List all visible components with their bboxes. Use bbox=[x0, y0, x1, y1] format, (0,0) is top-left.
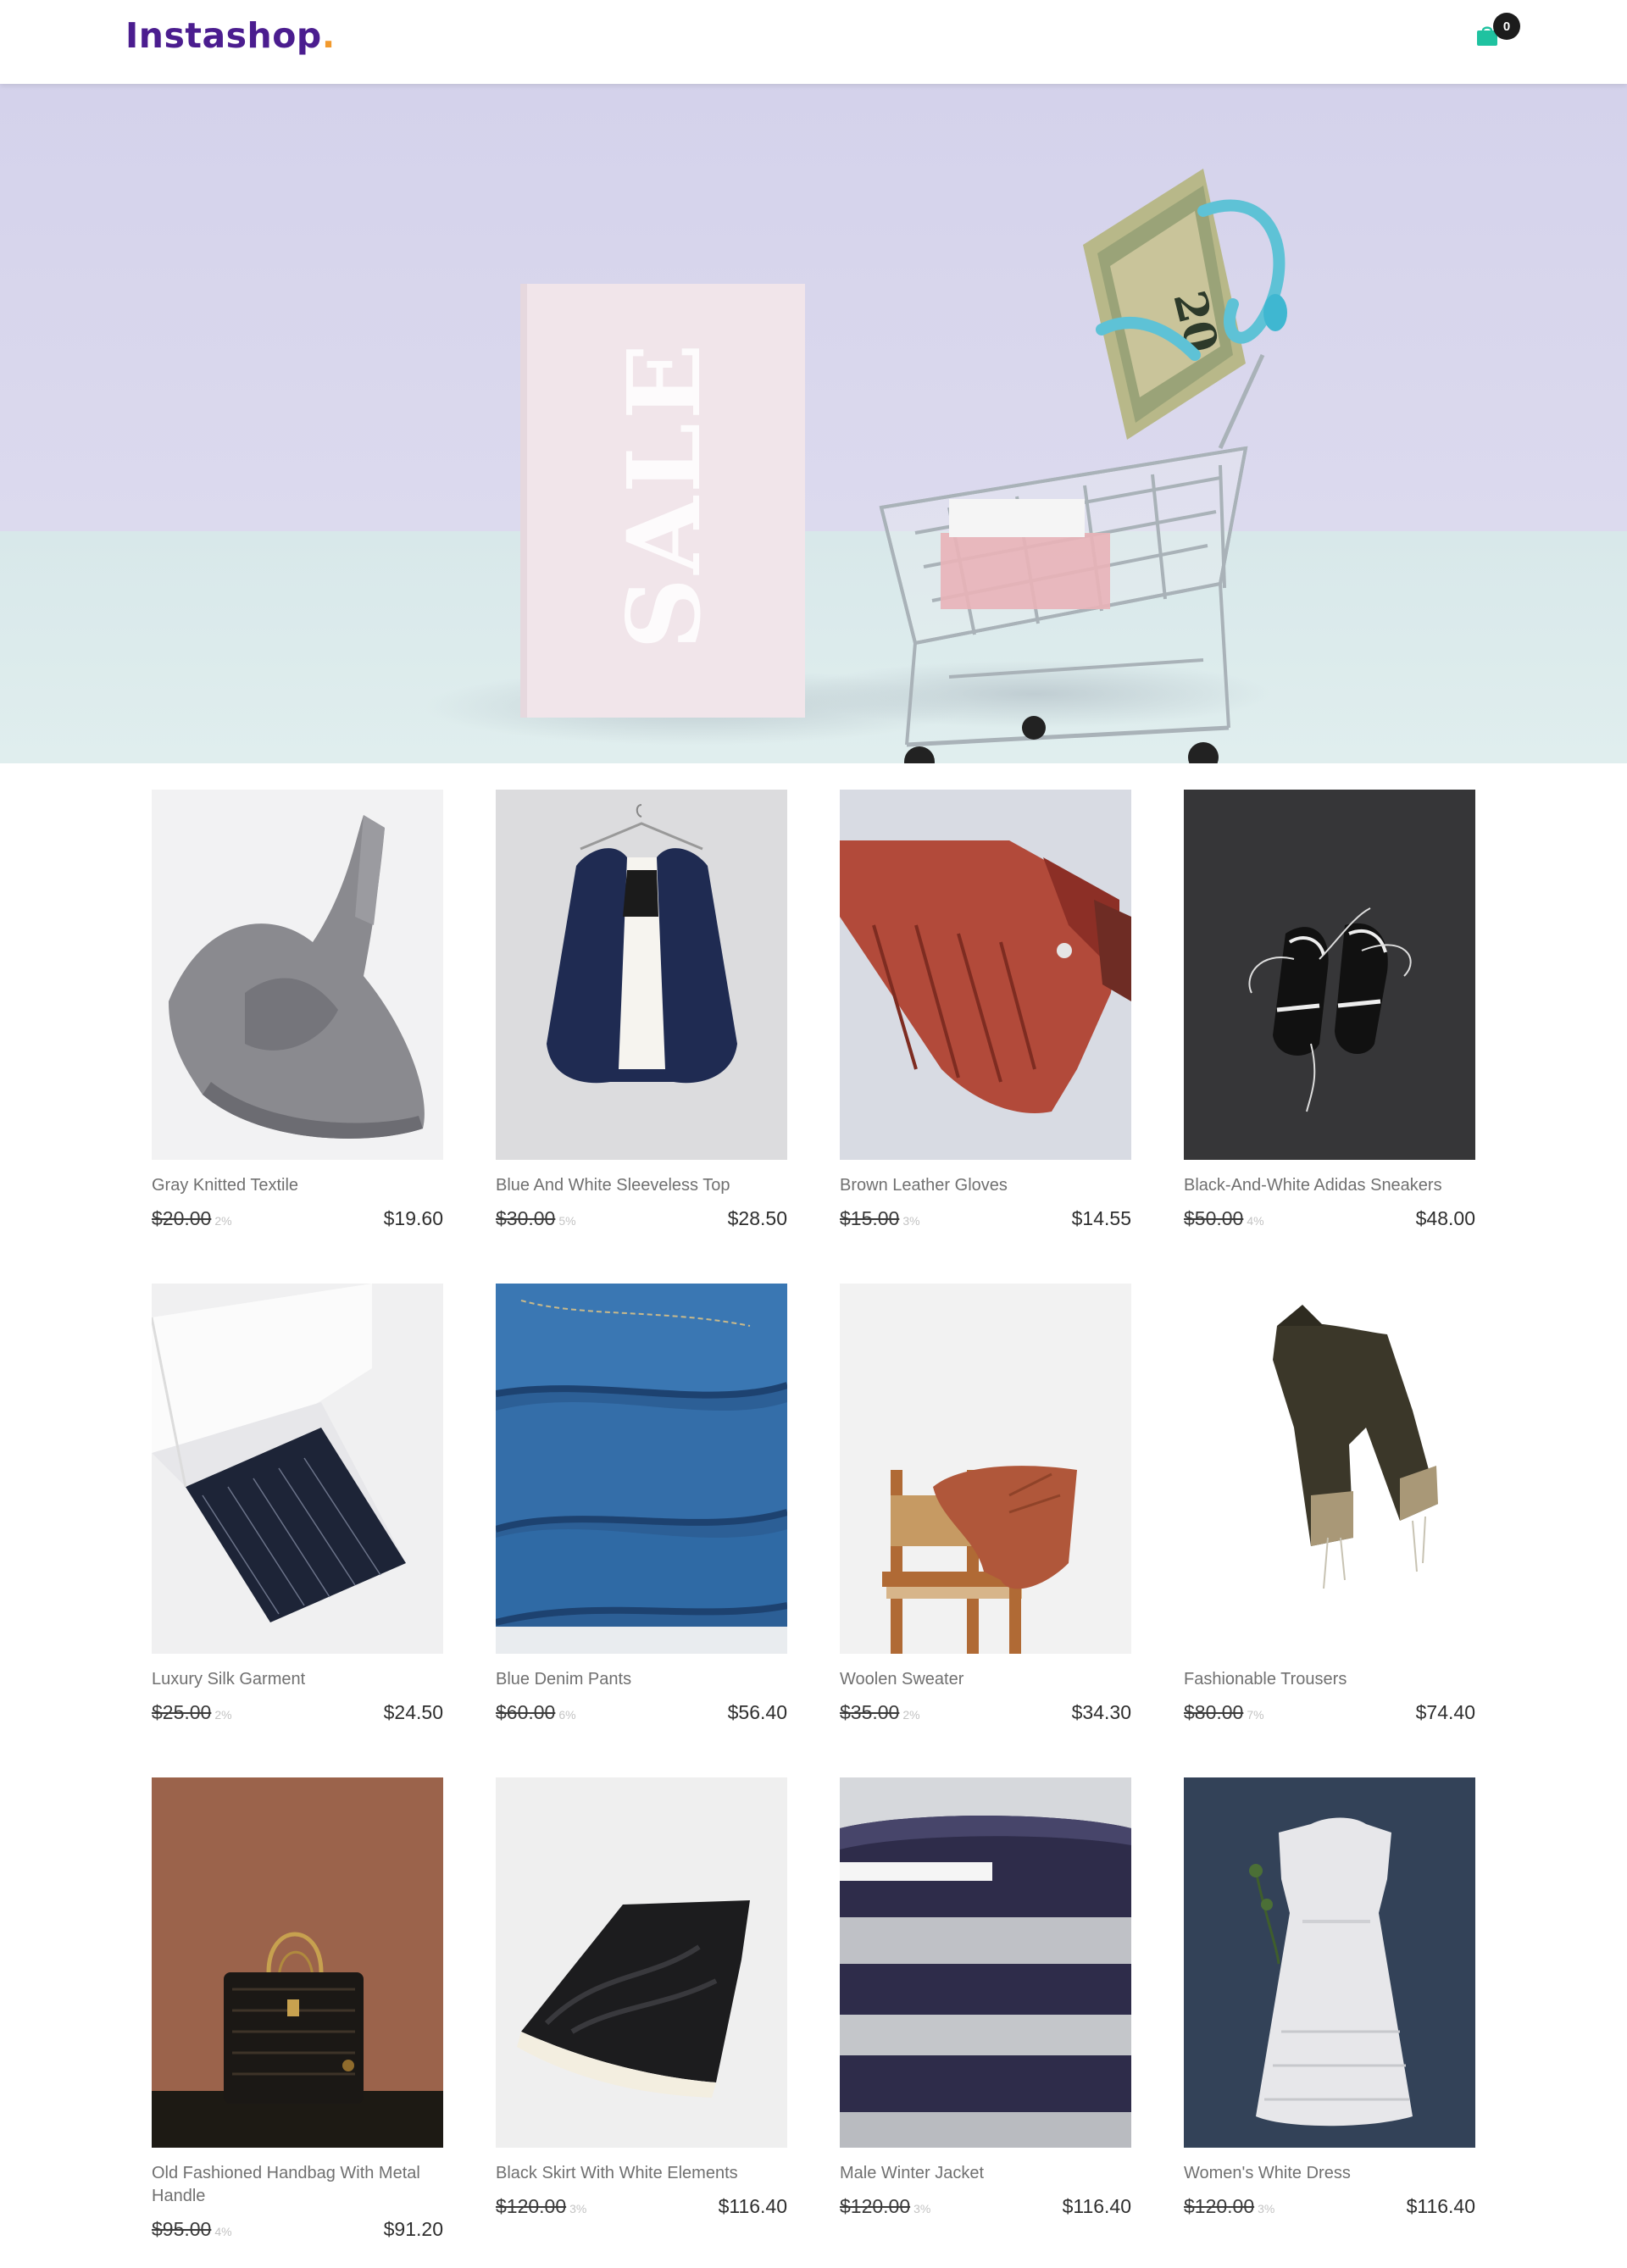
sale-price: $116.40 bbox=[1406, 2195, 1475, 2217]
sale-price: $28.50 bbox=[727, 1207, 787, 1229]
product-name[interactable]: Male Winter Jacket bbox=[840, 2162, 1131, 2185]
original-price: $95.00 bbox=[152, 2218, 212, 2240]
product-name[interactable]: Woolen Sweater bbox=[840, 1668, 1131, 1691]
product-image-woolen-sweater[interactable] bbox=[840, 1284, 1131, 1654]
cart-count-badge: 0 bbox=[1493, 13, 1520, 40]
discount-percent: 3% bbox=[569, 2202, 587, 2215]
product-image-adidas-sneakers[interactable] bbox=[1184, 790, 1475, 1160]
product-prices: $30.00 5% $28.50 bbox=[496, 1207, 787, 1231]
product-prices: $50.00 4% $48.00 bbox=[1184, 1207, 1475, 1231]
product-card[interactable]: Gray Knitted Textile $20.00 2% $19.60 bbox=[152, 790, 443, 1231]
logo-dot: . bbox=[321, 15, 336, 56]
discount-percent: 3% bbox=[913, 2202, 931, 2215]
product-card[interactable]: Brown Leather Gloves $15.00 3% $14.55 bbox=[840, 790, 1131, 1231]
product-name[interactable]: Brown Leather Gloves bbox=[840, 1174, 1131, 1197]
product-image-luxury-silk-garment[interactable] bbox=[152, 1284, 443, 1654]
product-prices: $15.00 3% $14.55 bbox=[840, 1207, 1131, 1231]
sale-price: $116.40 bbox=[718, 2195, 787, 2217]
product-card[interactable]: Blue And White Sleeveless Top $30.00 5% $… bbox=[496, 790, 787, 1231]
product-image-gray-knitted-textile[interactable] bbox=[152, 790, 443, 1160]
product-card[interactable]: Women's White Dress $120.00 3% $116.40 bbox=[1184, 1777, 1475, 2219]
discount-percent: 3% bbox=[902, 1214, 920, 1228]
product-name[interactable]: Blue And White Sleeveless Top bbox=[496, 1174, 787, 1197]
discount-percent: 4% bbox=[1247, 1214, 1264, 1228]
product-image-brown-leather-gloves[interactable] bbox=[840, 790, 1131, 1160]
product-prices: $120.00 3% $116.40 bbox=[496, 2195, 787, 2219]
product-image-blue-white-top[interactable] bbox=[496, 790, 787, 1160]
sale-price: $19.60 bbox=[383, 1207, 443, 1229]
sale-sign-text: SALE bbox=[605, 340, 723, 650]
product-card[interactable]: Blue Denim Pants $60.00 6% $56.40 bbox=[496, 1284, 787, 1725]
original-price: $20.00 bbox=[152, 1207, 212, 1229]
product-prices: $95.00 4% $91.20 bbox=[152, 2218, 443, 2242]
discount-percent: 2% bbox=[214, 1214, 232, 1228]
product-card[interactable]: Fashionable Trousers $80.00 7% $74.40 bbox=[1184, 1284, 1475, 1725]
product-card[interactable]: Old Fashioned Handbag With Metal Handle … bbox=[152, 1777, 443, 2242]
cart-button[interactable]: 0 bbox=[1476, 13, 1520, 46]
original-price: $80.00 bbox=[1184, 1701, 1244, 1723]
product-name[interactable]: Blue Denim Pants bbox=[496, 1668, 787, 1691]
product-image-old-fashioned-handbag[interactable] bbox=[152, 1777, 443, 2148]
product-image-blue-denim-pants[interactable] bbox=[496, 1284, 787, 1654]
site-logo[interactable]: Instashop. bbox=[125, 15, 336, 56]
discount-percent: 2% bbox=[902, 1708, 920, 1722]
product-prices: $35.00 2% $34.30 bbox=[840, 1701, 1131, 1725]
sale-price: $14.55 bbox=[1071, 1207, 1131, 1229]
product-name[interactable]: Gray Knitted Textile bbox=[152, 1174, 443, 1197]
hero-banner[interactable]: SALE 20 bbox=[0, 84, 1627, 763]
sale-price: $34.30 bbox=[1071, 1701, 1131, 1723]
product-prices: $120.00 3% $116.40 bbox=[840, 2195, 1131, 2219]
original-price: $35.00 bbox=[840, 1701, 900, 1723]
sale-price: $116.40 bbox=[1062, 2195, 1131, 2217]
original-price: $15.00 bbox=[840, 1207, 900, 1229]
original-price: $120.00 bbox=[496, 2195, 567, 2217]
original-price: $120.00 bbox=[840, 2195, 911, 2217]
product-prices: $20.00 2% $19.60 bbox=[152, 1207, 443, 1231]
discount-percent: 2% bbox=[214, 1708, 232, 1722]
product-card[interactable]: Luxury Silk Garment $25.00 2% $24.50 bbox=[152, 1284, 443, 1725]
product-card[interactable]: Woolen Sweater $35.00 2% $34.30 bbox=[840, 1284, 1131, 1725]
sale-price: $56.40 bbox=[727, 1701, 787, 1723]
product-prices: $80.00 7% $74.40 bbox=[1184, 1701, 1475, 1725]
product-card[interactable]: Male Winter Jacket $120.00 3% $116.40 bbox=[840, 1777, 1131, 2219]
original-price: $60.00 bbox=[496, 1701, 556, 1723]
original-price: $30.00 bbox=[496, 1207, 556, 1229]
logo-text: Instashop bbox=[125, 15, 322, 56]
product-name[interactable]: Women's White Dress bbox=[1184, 2162, 1475, 2185]
product-image-womens-white-dress[interactable] bbox=[1184, 1777, 1475, 2148]
sale-price: $48.00 bbox=[1415, 1207, 1475, 1229]
original-price: $120.00 bbox=[1184, 2195, 1255, 2217]
discount-percent: 4% bbox=[214, 2225, 232, 2238]
product-name[interactable]: Old Fashioned Handbag With Metal Handle bbox=[152, 2162, 443, 2208]
discount-percent: 6% bbox=[558, 1708, 576, 1722]
product-image-fashionable-trousers[interactable] bbox=[1184, 1284, 1475, 1654]
discount-percent: 5% bbox=[558, 1214, 576, 1228]
product-card[interactable]: Black-And-White Adidas Sneakers $50.00 4%… bbox=[1184, 790, 1475, 1231]
discount-percent: 7% bbox=[1247, 1708, 1264, 1722]
product-name[interactable]: Black Skirt With White Elements bbox=[496, 2162, 787, 2185]
product-card[interactable]: Black Skirt With White Elements $120.00 3… bbox=[496, 1777, 787, 2219]
product-name[interactable]: Luxury Silk Garment bbox=[152, 1668, 443, 1691]
product-prices: $60.00 6% $56.40 bbox=[496, 1701, 787, 1725]
original-price: $25.00 bbox=[152, 1701, 212, 1723]
product-image-male-winter-jacket[interactable] bbox=[840, 1777, 1131, 2148]
sale-price: $74.40 bbox=[1415, 1701, 1475, 1723]
product-image-black-skirt[interactable] bbox=[496, 1777, 787, 2148]
product-name[interactable]: Black-And-White Adidas Sneakers bbox=[1184, 1174, 1475, 1197]
sale-price: $91.20 bbox=[383, 2218, 443, 2240]
product-prices: $25.00 2% $24.50 bbox=[152, 1701, 443, 1725]
product-name[interactable]: Fashionable Trousers bbox=[1184, 1668, 1475, 1691]
hero-image: SALE 20 bbox=[0, 84, 1627, 763]
original-price: $50.00 bbox=[1184, 1207, 1244, 1229]
discount-percent: 3% bbox=[1258, 2202, 1275, 2215]
product-prices: $120.00 3% $116.40 bbox=[1184, 2195, 1475, 2219]
sale-sign: SALE bbox=[520, 284, 805, 718]
sale-price: $24.50 bbox=[383, 1701, 443, 1723]
site-header: Instashop. 0 bbox=[0, 0, 1627, 84]
